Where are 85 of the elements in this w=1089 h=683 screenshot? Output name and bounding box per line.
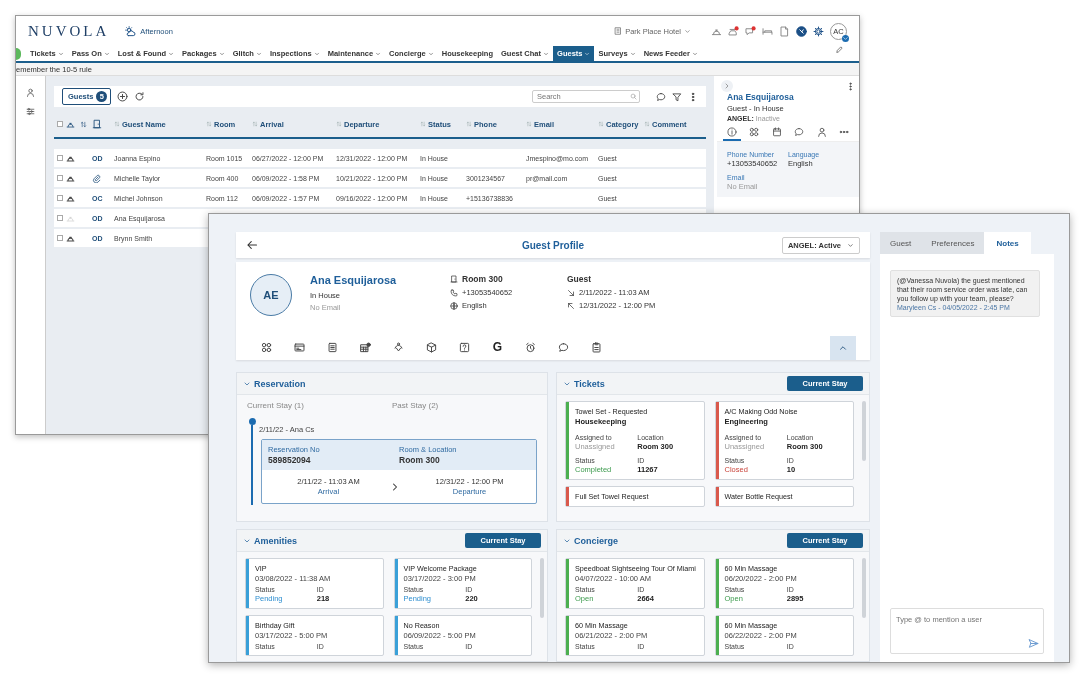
row-checkbox[interactable] — [57, 175, 63, 181]
add-icon[interactable] — [117, 91, 129, 102]
guest-name: Ana Esquijarosa — [726, 92, 795, 102]
chevron-down-icon — [218, 50, 225, 57]
refresh-icon[interactable] — [134, 91, 146, 102]
chevron-down-icon — [255, 50, 262, 57]
filter-icon[interactable] — [672, 91, 682, 102]
row-checkbox[interactable] — [57, 235, 63, 241]
clipboard-icon[interactable] — [591, 341, 602, 353]
chat-icon[interactable] — [558, 341, 569, 353]
chevron-down-icon — [427, 50, 434, 57]
chevron-down-icon — [847, 241, 854, 249]
sliders-icon[interactable] — [26, 107, 35, 116]
circles-grid-icon[interactable] — [261, 341, 272, 353]
chevron-down-icon — [57, 50, 64, 57]
reservation-number: 589852094 — [268, 455, 312, 465]
chevron-down-icon — [375, 50, 382, 57]
list-icon[interactable] — [327, 341, 338, 353]
edit-icon[interactable] — [836, 46, 843, 53]
chevron-down-icon — [584, 50, 591, 57]
chevron-up-icon — [838, 343, 848, 353]
sort-icon[interactable] — [80, 120, 87, 128]
quick-action-button[interactable]: G — [481, 340, 514, 354]
question-icon[interactable] — [459, 341, 470, 353]
weather-icon — [125, 25, 137, 37]
send-icon[interactable] — [1028, 638, 1039, 649]
globe-icon — [450, 301, 458, 310]
chevron-down-icon — [313, 50, 320, 57]
row-checkbox[interactable] — [57, 215, 63, 221]
guest-name: Ana Esquijarosa — [310, 274, 398, 286]
more-icon[interactable] — [846, 81, 855, 91]
stay-tab[interactable]: Past Stay (2) — [392, 401, 439, 410]
chevron-down-icon — [842, 34, 849, 42]
section-title: Reservation — [254, 378, 306, 389]
alarm-clock-icon[interactable] — [525, 341, 536, 353]
chevron-down-icon — [629, 50, 636, 57]
stay-tab[interactable]: Current Stay (1) — [247, 401, 304, 410]
guest-category: Guest — [567, 274, 593, 284]
section-title: Concierge — [574, 535, 618, 546]
page-title: Guest Profile — [521, 239, 585, 251]
room-number: Room 300 — [399, 455, 441, 465]
calendar-icon — [771, 127, 782, 137]
side-tab[interactable]: Preferences — [921, 232, 985, 254]
chevron-down-icon — [691, 50, 698, 57]
paperclip-icon — [92, 173, 101, 183]
door-icon — [450, 275, 458, 283]
chat-icon — [794, 127, 805, 137]
departure-arrow-icon — [567, 301, 575, 310]
scrollbar[interactable] — [540, 558, 544, 618]
back-arrow-icon[interactable] — [246, 239, 258, 251]
package-icon[interactable] — [426, 341, 437, 353]
row-checkbox[interactable] — [57, 155, 63, 161]
scrollbar[interactable] — [862, 558, 866, 618]
avatar: AE — [250, 274, 292, 316]
row-checkbox[interactable] — [57, 195, 63, 201]
expand-icon[interactable] — [721, 80, 733, 92]
door-icon — [92, 119, 102, 129]
chevron-down-icon — [684, 27, 691, 35]
compass-icon[interactable] — [796, 25, 807, 37]
chat-icon[interactable] — [745, 25, 756, 37]
chevron-down-icon — [543, 50, 550, 57]
app-logo: NUVOLA — [28, 22, 110, 40]
side-tab[interactable]: Guest — [880, 232, 922, 254]
person-icon — [816, 127, 827, 137]
side-tab[interactable]: Notes — [984, 232, 1031, 254]
search-icon — [630, 93, 637, 100]
chevron-down-icon — [103, 50, 110, 57]
id-card-icon[interactable] — [294, 341, 305, 353]
info-icon — [727, 127, 737, 137]
bed-icon[interactable] — [762, 25, 773, 37]
person-icon[interactable] — [26, 88, 35, 97]
document-icon[interactable] — [779, 25, 790, 37]
calendar-grid-icon[interactable] — [360, 341, 371, 353]
scrollbar[interactable] — [862, 401, 866, 461]
status-pill — [16, 47, 21, 60]
chevron-down-icon — [168, 50, 175, 57]
select-all-checkbox[interactable] — [57, 121, 63, 127]
room-number: Room 300 — [462, 274, 503, 284]
arrival-arrow-icon — [567, 288, 575, 297]
building-icon — [614, 27, 623, 35]
settings-icon[interactable] — [813, 25, 824, 37]
circles-grid-icon — [749, 127, 760, 137]
section-title: Amenities — [254, 535, 297, 546]
section-title: Tickets — [574, 378, 605, 389]
chat-icon[interactable] — [656, 91, 666, 102]
